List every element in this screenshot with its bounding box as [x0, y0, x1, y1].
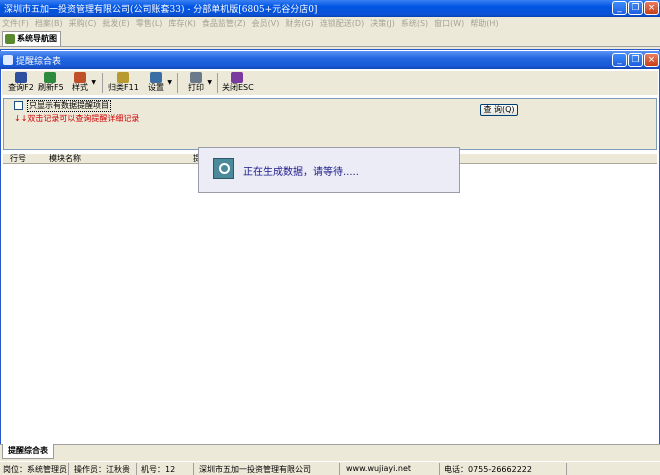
- chevron-down-icon[interactable]: ▼: [207, 79, 212, 86]
- status-divider: [439, 463, 440, 475]
- inner-minimize-button[interactable]: _: [612, 53, 627, 67]
- status-operator: 操作员：江秋贵: [74, 465, 130, 474]
- menu-wholesale[interactable]: 批发(E): [102, 17, 129, 30]
- show-data-only-label[interactable]: 只显示有数据提醒项目: [27, 100, 111, 112]
- close-button[interactable]: ×: [644, 1, 659, 15]
- close-esc-button[interactable]: 关闭ESC: [222, 71, 254, 95]
- inner-restore-button[interactable]: ❐: [628, 53, 643, 67]
- folder-icon: [117, 72, 129, 83]
- toolbar: 查询F2 刷新F5 样式 ▼ 归类F11 设置 ▼ 打印 ▼ 关闭ESC: [2, 71, 658, 95]
- inner-window-title: 提醒综合表: [16, 57, 62, 67]
- column-module-name[interactable]: 模块名称: [49, 154, 81, 164]
- app-title-bar: 深圳市五加一投资管理有限公司(公司账套33) - 分部单机版[6805+元谷分店…: [0, 0, 660, 17]
- restore-button[interactable]: ❐: [628, 1, 643, 15]
- show-data-only-checkbox[interactable]: [14, 101, 23, 110]
- double-click-hint: ↓↓双击记录可以查询提醒详细记录: [14, 114, 140, 123]
- navigation-icon: [5, 34, 15, 44]
- status-website: www.wujiayi.net: [346, 464, 412, 473]
- window-icon: [3, 55, 13, 65]
- toolbar-separator: [177, 73, 178, 93]
- monitor-icon: [150, 72, 162, 83]
- menu-archive[interactable]: 档案(B): [35, 17, 63, 30]
- status-divider: [68, 463, 69, 475]
- chevron-down-icon[interactable]: ▼: [91, 79, 96, 86]
- status-divider: [566, 463, 567, 475]
- bottom-tab-strip: [0, 444, 660, 460]
- menu-system[interactable]: 系统(S): [401, 17, 428, 30]
- menu-bar: 文件(F) 档案(B) 采购(C) 批发(E) 零售(L) 库存(K) 食品监管(Z) 会员(…: [0, 17, 660, 30]
- printer-icon: [190, 72, 202, 83]
- loading-message: 正在生成数据，请等待.....: [243, 167, 359, 178]
- search-query-button[interactable]: 查 询(Q): [480, 104, 518, 116]
- binoculars-icon: [15, 72, 27, 83]
- style-button[interactable]: 样式 ▼: [70, 71, 96, 95]
- tab-system-navigation[interactable]: 系统导航图: [2, 31, 61, 46]
- menu-member[interactable]: 会员(V): [252, 17, 280, 30]
- menu-purchase[interactable]: 采购(C): [69, 17, 97, 30]
- menu-chain-delivery[interactable]: 连锁配送(D): [320, 17, 364, 30]
- refresh-icon: [44, 72, 56, 83]
- menu-inventory[interactable]: 库存(K): [168, 17, 196, 30]
- inner-title-bar: 提醒综合表 _ ❐ ×: [0, 51, 660, 69]
- tab-label: 系统导航图: [17, 34, 57, 43]
- print-button[interactable]: 打印 ▼: [186, 71, 212, 95]
- menu-window[interactable]: 窗口(W): [434, 17, 464, 30]
- status-bar: 岗位：系统管理员 操作员：江秋贵 机号：12 深圳市五加一投资管理有限公司 ww…: [0, 461, 660, 475]
- settings-button[interactable]: 设置 ▼: [146, 71, 172, 95]
- menu-help[interactable]: 帮助(H): [470, 17, 498, 30]
- magnifier-icon: [213, 158, 234, 179]
- nav-tab-strip: [0, 30, 660, 47]
- menu-retail[interactable]: 零售(L): [136, 17, 163, 30]
- menu-file[interactable]: 文件(F): [2, 17, 29, 30]
- query-button[interactable]: 查询F2: [8, 71, 34, 95]
- status-machine: 机号：12: [141, 465, 176, 474]
- menu-finance[interactable]: 财务(G): [285, 17, 313, 30]
- inner-close-button[interactable]: ×: [644, 53, 659, 67]
- toolbar-separator: [217, 73, 218, 93]
- books-icon: [74, 72, 86, 83]
- status-divider: [193, 463, 194, 475]
- tab-reminder-summary[interactable]: 提醒综合表: [2, 444, 54, 459]
- menu-decision[interactable]: 决策(J): [370, 17, 395, 30]
- menu-food-supervision[interactable]: 食品监管(Z): [202, 17, 246, 30]
- status-position: 岗位：系统管理员: [3, 465, 67, 474]
- status-company: 深圳市五加一投资管理有限公司: [199, 465, 311, 474]
- status-divider: [136, 463, 137, 475]
- archive-button[interactable]: 归类F11: [108, 71, 139, 95]
- status-divider: [339, 463, 340, 475]
- status-phone: 电话：0755-26662222: [444, 465, 532, 474]
- exit-door-icon: [231, 72, 243, 83]
- app-title: 深圳市五加一投资管理有限公司(公司账套33) - 分部单机版[6805+元谷分店…: [4, 5, 318, 15]
- toolbar-separator: [102, 73, 103, 93]
- column-row-number[interactable]: 行号: [10, 154, 26, 164]
- chevron-down-icon[interactable]: ▼: [167, 79, 172, 86]
- refresh-button[interactable]: 刷新F5: [38, 71, 64, 95]
- minimize-button[interactable]: _: [612, 1, 627, 15]
